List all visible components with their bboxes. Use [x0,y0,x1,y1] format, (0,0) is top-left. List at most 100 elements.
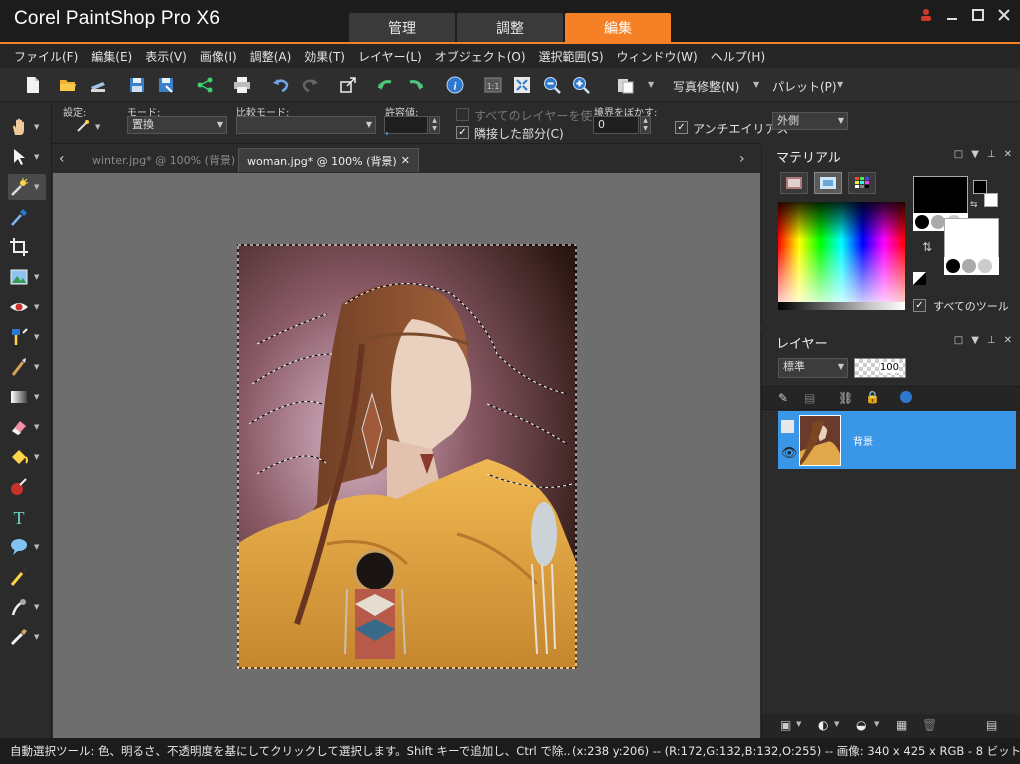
red-eye-tool[interactable]: ▼ [8,294,46,320]
fit-window-icon[interactable] [513,76,531,94]
group-icon[interactable]: ▦ [896,718,907,732]
layer-brush-icon[interactable]: ✎ [778,391,788,405]
new-file-icon[interactable] [24,76,42,94]
minimize-button[interactable] [942,6,962,24]
layers-pin-icon[interactable]: ⊥ [987,335,996,346]
feather-input[interactable]: 0 [593,116,639,134]
tolerance-slider[interactable] [386,132,388,135]
menu-selections[interactable]: 選択範囲(S) [539,48,604,65]
pan-tool[interactable]: ▼ [8,114,46,140]
actual-size-icon[interactable]: 1:1 [484,76,502,94]
clone-tool[interactable]: ▼ [8,324,46,350]
adjustment-dropdown-icon[interactable]: ▼ [834,720,839,728]
photo-fix-button[interactable]: 写真修整(N) [673,78,739,95]
canvas-area[interactable] [53,173,760,738]
layer-page-icon[interactable] [781,420,794,433]
fill-tool[interactable]: ▼ [8,444,46,470]
menu-adjust[interactable]: 調整(A) [250,48,292,65]
fg-gradient-icon[interactable] [931,215,945,229]
reset-colors-icon[interactable] [913,272,926,285]
link-icon[interactable]: ⛓ [838,391,853,405]
paint-brush-tool[interactable]: ▼ [8,354,46,380]
rainbow-tab[interactable] [814,172,842,194]
resize-icon[interactable] [339,76,357,94]
print-icon[interactable] [233,76,251,94]
layers-options-icon[interactable]: ▤ [986,718,997,732]
eraser-tool[interactable]: ▼ [8,414,46,440]
layers-menu-icon[interactable]: ▼ [971,335,979,346]
gradient-tool[interactable]: ▼ [8,384,46,410]
mask-dropdown-icon[interactable]: ▼ [874,720,879,728]
zoom-out-icon[interactable] [543,76,561,94]
bg-mini-swatch[interactable] [984,193,998,207]
bg-solid-icon[interactable] [946,259,960,273]
shape-tool[interactable]: ▼ [8,534,46,560]
opacity-input[interactable]: 100 [854,358,906,378]
new-layer-dropdown-icon[interactable]: ▼ [796,720,801,728]
menu-objects[interactable]: オブジェクト(O) [435,48,526,65]
match-mode-select[interactable]: ▼ [236,116,376,134]
layer-row-background[interactable]: 👁 背景 [778,411,1016,469]
air-brush-tool[interactable]: ▼ [8,624,46,650]
save-icon[interactable] [128,76,146,94]
doc-tab-woman[interactable]: woman.jpg* @ 100% (背景) ✕ [238,148,419,172]
use-all-layers-checkbox[interactable] [456,108,469,121]
swatches-tab[interactable] [848,172,876,194]
panel-close-icon[interactable]: ✕ [1004,149,1012,160]
bg-pattern-icon[interactable] [978,259,992,273]
lock-icon[interactable]: 🔒 [865,390,880,404]
maximize-button[interactable] [968,6,988,24]
antialias-mode-select[interactable]: 外側 ▼ [772,112,848,130]
blend-mode-select[interactable]: 標準 ▼ [778,358,848,378]
photo-fix-dropdown-icon[interactable]: ▼ [753,80,759,89]
fg-mini-swatch[interactable] [973,180,987,194]
palette-dropdown-icon[interactable]: ▼ [837,80,843,89]
tab-adjust[interactable]: 調整 [457,13,563,42]
doc-tab-winter[interactable]: winter.jpg* @ 100% (背景) [84,148,243,172]
menu-help[interactable]: ヘルプ(H) [711,48,765,65]
layer-style-icon[interactable] [900,391,912,403]
bg-gradient-icon[interactable] [962,259,976,273]
info-icon[interactable]: i [446,76,464,94]
color-picker-spectrum[interactable] [778,202,905,310]
scan-icon[interactable] [89,76,107,94]
paste-icon[interactable] [616,76,634,94]
visibility-eye-icon[interactable]: 👁 [781,446,798,461]
paste-dropdown-icon[interactable]: ▼ [648,80,654,89]
menu-image[interactable]: 画像(I) [200,48,237,65]
mask-icon[interactable]: ◒ [856,718,866,732]
tolerance-spinner[interactable]: ▲ ▼ [429,116,440,134]
open-folder-icon[interactable] [59,76,77,94]
swap-colors-icon[interactable]: ⇅ [922,240,932,254]
frame-tab[interactable] [780,172,808,194]
fg-solid-icon[interactable] [915,215,929,229]
menu-edit[interactable]: 編集(E) [91,48,132,65]
swap-mini-icon[interactable]: ⇆ [970,200,978,210]
text-tool[interactable]: T [8,504,46,530]
magic-wand-tool[interactable]: ▼ [8,174,46,200]
panel-pin-icon[interactable]: ⊥ [987,149,996,160]
layers-close-icon[interactable]: ✕ [1004,335,1012,346]
rotate-right-icon[interactable] [406,76,424,94]
preset-wand-icon[interactable] [76,119,92,133]
redo-icon[interactable] [301,76,319,94]
menu-view[interactable]: 表示(V) [145,48,187,65]
mode-select[interactable]: 置換 ▼ [127,116,227,134]
pen-tool[interactable] [8,564,46,590]
menu-window[interactable]: ウィンドウ(W) [617,48,698,65]
pick-tool[interactable]: ▼ [8,144,46,170]
menu-layers[interactable]: レイヤー(L) [358,48,422,65]
new-layer-icon[interactable]: ▣ [780,718,791,732]
rotate-left-icon[interactable] [377,76,395,94]
palette-button[interactable]: パレット(P) [772,78,837,95]
color-changer-tool[interactable] [8,474,46,500]
layer-mask-icon[interactable]: ▤ [804,391,815,405]
straighten-tool[interactable]: ▼ [8,264,46,290]
tabs-right-arrow-icon[interactable]: › [739,151,745,167]
warp-brush-tool[interactable]: ▼ [8,594,46,620]
user-icon[interactable] [916,6,936,24]
crop-tool[interactable] [8,234,46,260]
menu-effects[interactable]: 効果(T) [304,48,345,65]
close-tab-icon[interactable]: ✕ [401,154,410,167]
antialias-checkbox[interactable]: ✓ [675,121,688,134]
